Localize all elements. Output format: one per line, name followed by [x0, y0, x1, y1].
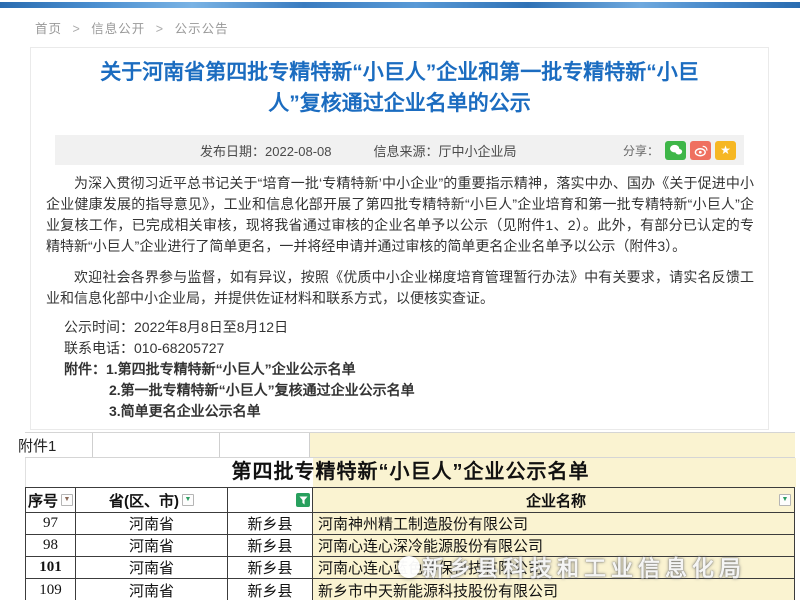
cell-company: 河南心连心深冷能源股份有限公司 — [313, 535, 794, 557]
favorite-star-icon[interactable]: ★ — [715, 141, 736, 160]
header-banner-stripe — [0, 2, 800, 8]
info-source: 信息来源：厅中小企业局 — [374, 141, 517, 160]
article-meta-bar: 发布日期：2022-08-08 信息来源：厅中小企业局 分享： — [55, 135, 744, 165]
header-province-label: 省(区、市) — [109, 490, 179, 511]
empty-cell — [310, 433, 795, 457]
cell-serial: 109 — [26, 579, 76, 600]
attachment-spreadsheet: 附件1 第四批专精特新“小巨人”企业公示名单 序号 ▼ 省(区、市) ▼ — [25, 432, 795, 600]
weibo-icon[interactable] — [690, 141, 711, 160]
cell-province: 河南省 — [76, 513, 228, 535]
notice-period-line: 公示时间：2022年8月8日至8月12日 — [46, 317, 754, 338]
cell-serial: 101 — [26, 557, 76, 579]
cell-serial: 97 — [26, 513, 76, 535]
cell-province: 河南省 — [76, 535, 228, 557]
breadcrumb: 首页 > 信息公开 > 公示公告 — [35, 18, 229, 37]
attachment-line-1: 附件：1.第四批专精特新“小巨人”企业公示名单 — [46, 359, 754, 380]
header-company-label: 企业名称 — [318, 490, 794, 511]
cell-province: 河南省 — [76, 557, 228, 579]
cell-company: 新乡市中天新能源科技股份有限公司 — [313, 579, 794, 600]
table-row: 101 河南省 新乡县 河南心连心蓝色环保科技有限公司 — [26, 557, 794, 579]
filter-dropdown-icon[interactable]: ▼ — [61, 494, 73, 506]
attachment-number-label: 附件1 — [18, 433, 93, 457]
page: 首页 > 信息公开 > 公示公告 关于河南省第四批专精特新“小巨人”企业和第一批… — [0, 0, 800, 600]
breadcrumb-info-link[interactable]: 信息公开 — [91, 22, 145, 36]
sheet-title-row: 第四批专精特新“小巨人”企业公示名单 — [25, 458, 795, 487]
empty-cell — [93, 433, 220, 457]
publish-date: 发布日期：2022-08-08 — [200, 141, 332, 160]
cell-company: 河南心连心蓝色环保科技有限公司 — [313, 557, 794, 579]
enterprise-table: 序号 ▼ 省(区、市) ▼ 企业名称 ▼ — [25, 487, 795, 600]
filter-funnel-icon[interactable] — [296, 493, 310, 507]
wechat-icon[interactable] — [665, 141, 686, 160]
filter-dropdown-icon[interactable]: ▼ — [779, 494, 791, 506]
attachment-label: 附件： — [64, 361, 106, 377]
paragraph: 欢迎社会各界参与监督，如有异议，按照《优质中小企业梯度培育管理暂行办法》中有关要… — [46, 267, 754, 309]
share-label: 分享： — [623, 142, 659, 159]
cell-county: 新乡县 — [228, 557, 313, 579]
attachment-line-2: 2.第一批专精特新“小巨人”复核通过企业公示名单 — [46, 380, 754, 401]
header-county — [228, 488, 313, 513]
breadcrumb-separator: > — [156, 22, 164, 36]
table-row: 97 河南省 新乡县 河南神州精工制造股份有限公司 — [26, 513, 794, 535]
cell-serial: 98 — [26, 535, 76, 557]
breadcrumb-home-link[interactable]: 首页 — [35, 22, 62, 36]
header-company: 企业名称 ▼ — [313, 488, 794, 513]
breadcrumb-current: 公示公告 — [175, 22, 229, 36]
cell-county: 新乡县 — [228, 579, 313, 600]
attachment-item: 1.第四批专精特新“小巨人”企业公示名单 — [106, 361, 356, 377]
sheet-corner-row: 附件1 — [25, 432, 795, 458]
sheet-title: 第四批专精特新“小巨人”企业公示名单 — [26, 458, 795, 487]
header-province: 省(区、市) ▼ — [76, 488, 228, 513]
cell-county: 新乡县 — [228, 535, 313, 557]
contact-phone-line: 联系电话：010-68205727 — [46, 338, 754, 359]
table-row: 109 河南省 新乡县 新乡市中天新能源科技股份有限公司 — [26, 579, 794, 600]
page-title: 关于河南省第四批专精特新“小巨人”企业和第一批专精特新“小巨人”复核通过企业名单… — [85, 57, 715, 119]
filter-dropdown-icon[interactable]: ▼ — [182, 494, 194, 506]
header-serial: 序号 ▼ — [26, 488, 76, 513]
header-serial-label: 序号 — [28, 490, 58, 511]
paragraph: 为深入贯彻习近平总书记关于“培育一批‘专精特新’中小企业”的重要指示精神，落实中… — [46, 173, 754, 257]
article-body: 为深入贯彻习近平总书记关于“培育一批‘专精特新’中小企业”的重要指示精神，落实中… — [31, 173, 768, 455]
cell-county: 新乡县 — [228, 513, 313, 535]
cell-province: 河南省 — [76, 579, 228, 600]
attachment-line-3: 3.简单更名企业公示名单 — [46, 401, 754, 422]
article-card: 关于河南省第四批专精特新“小巨人”企业和第一批专精特新“小巨人”复核通过企业名单… — [30, 47, 769, 430]
cell-company: 河南神州精工制造股份有限公司 — [313, 513, 794, 535]
share-group: 分享： ★ — [623, 141, 736, 160]
table-row: 98 河南省 新乡县 河南心连心深冷能源股份有限公司 — [26, 535, 794, 557]
table-header-row: 序号 ▼ 省(区、市) ▼ 企业名称 ▼ — [26, 488, 794, 513]
empty-cell — [220, 433, 310, 457]
breadcrumb-separator: > — [73, 22, 81, 36]
